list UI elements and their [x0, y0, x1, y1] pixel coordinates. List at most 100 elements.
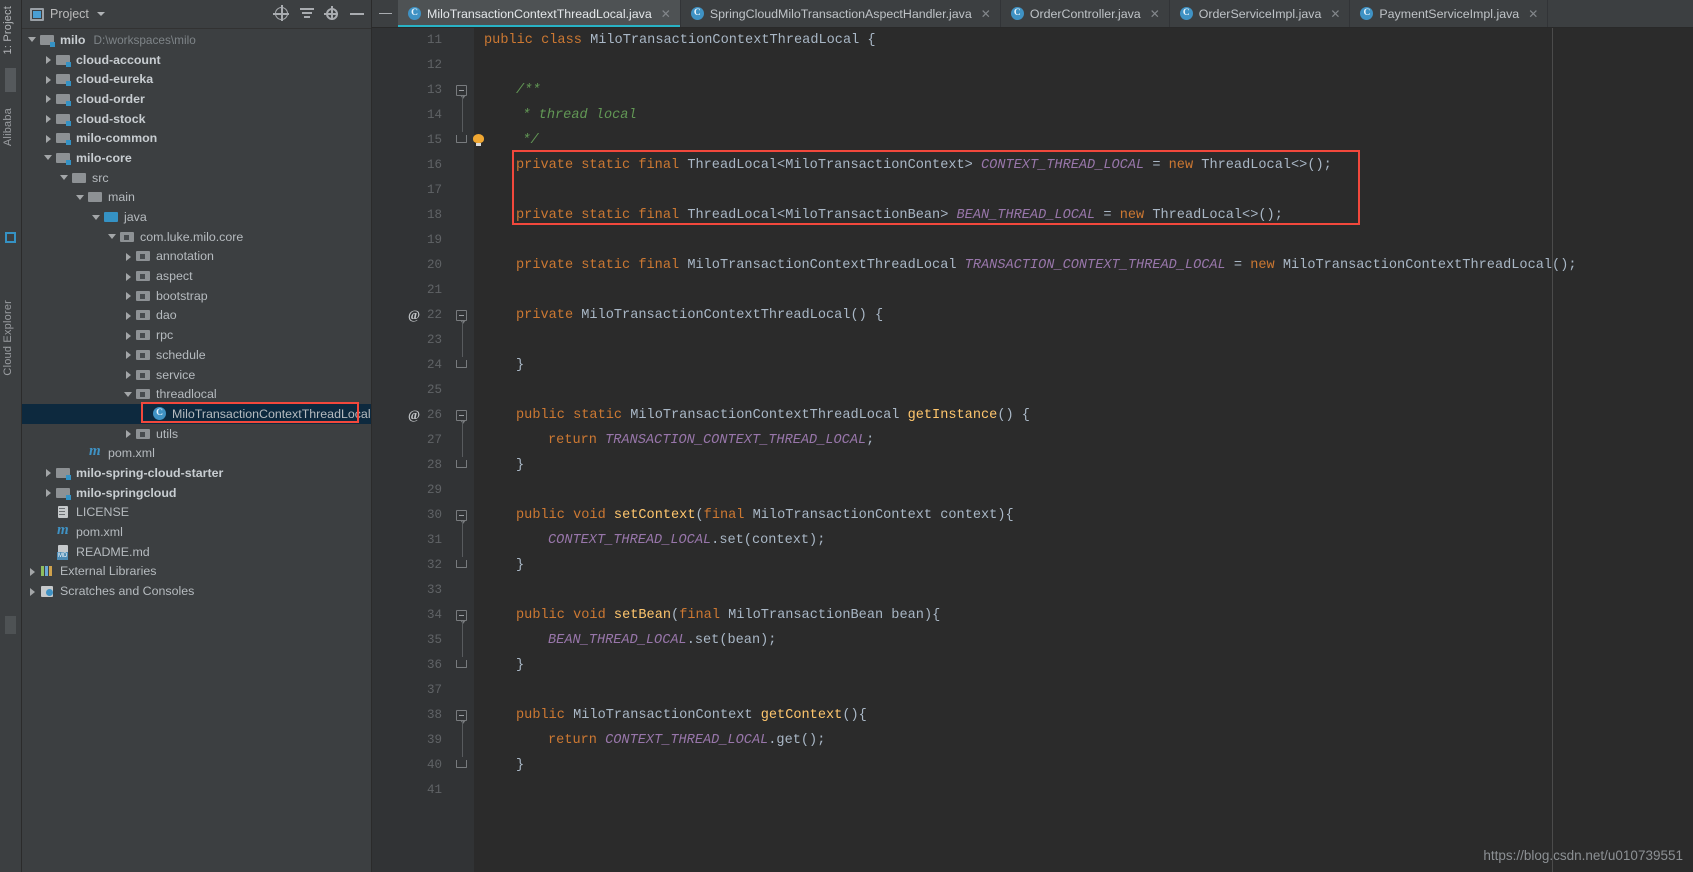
chevron-right-icon[interactable] [44, 94, 53, 104]
tree-item[interactable]: pom.xml [22, 443, 371, 463]
code-line[interactable] [474, 178, 1693, 203]
code-line[interactable] [474, 678, 1693, 703]
tool-window-button-cloud-explorer[interactable]: Cloud Explorer [2, 300, 14, 376]
tree-item[interactable]: LICENSE [22, 503, 371, 523]
editor-tab[interactable]: C SpringCloudMiloTransactionAspectHandler… [680, 0, 1001, 27]
code-line[interactable]: } [474, 353, 1693, 378]
code-line[interactable]: private static final ThreadLocal<MiloTra… [474, 153, 1693, 178]
tree-item[interactable]: cloud-order [22, 89, 371, 109]
tree-item-selected[interactable]: MiloTransactionContextThreadLocal [22, 404, 371, 424]
chevron-down-icon[interactable] [124, 390, 133, 399]
code-folding-gutter[interactable] [452, 28, 484, 872]
fold-collapse-icon[interactable] [456, 710, 467, 724]
code-scroll[interactable]: public class MiloTransactionContextThrea… [474, 28, 1693, 872]
code-line[interactable]: public class MiloTransactionContextThrea… [474, 28, 1693, 53]
fold-collapse-icon[interactable] [456, 510, 467, 524]
override-annotation-icon[interactable]: @ [408, 307, 420, 323]
code-line[interactable] [474, 328, 1693, 353]
chevron-right-icon[interactable] [124, 429, 133, 439]
code-line[interactable]: * thread local [474, 103, 1693, 128]
chevron-down-icon[interactable] [92, 213, 101, 222]
code-line[interactable]: */ [474, 128, 1693, 153]
tree-item[interactable]: pom.xml [22, 522, 371, 542]
tree-item[interactable]: aspect [22, 266, 371, 286]
fold-end-icon[interactable] [456, 760, 467, 768]
fold-end-icon[interactable] [456, 460, 467, 468]
code-line[interactable]: private static final MiloTransactionCont… [474, 253, 1693, 278]
code-line[interactable]: BEAN_THREAD_LOCAL.set(bean); [474, 628, 1693, 653]
tree-item[interactable]: java [22, 207, 371, 227]
tree-item[interactable]: schedule [22, 345, 371, 365]
gear-icon[interactable] [323, 5, 340, 22]
chevron-right-icon[interactable] [44, 114, 53, 124]
tree-item[interactable]: utils [22, 424, 371, 444]
fold-collapse-icon[interactable] [456, 610, 467, 624]
collapse-all-icon[interactable] [299, 6, 315, 22]
tree-item[interactable]: cloud-eureka [22, 69, 371, 89]
close-icon[interactable]: ✕ [981, 7, 991, 21]
tree-item[interactable]: com.luke.milo.core [22, 227, 371, 247]
close-icon[interactable]: ✕ [1528, 7, 1538, 21]
editor-tab[interactable]: C PaymentServiceImpl.java ✕ [1350, 0, 1549, 27]
fold-collapse-icon[interactable] [456, 410, 467, 424]
fold-end-icon[interactable] [456, 560, 467, 568]
tree-item[interactable]: annotation [22, 247, 371, 267]
chevron-down-icon[interactable] [108, 232, 117, 241]
locate-icon[interactable] [273, 5, 290, 22]
tree-item[interactable]: milo-common [22, 128, 371, 148]
code-line[interactable]: } [474, 553, 1693, 578]
chevron-right-icon[interactable] [124, 350, 133, 360]
tree-item[interactable]: milo-spring-cloud-starter [22, 463, 371, 483]
chevron-right-icon[interactable] [44, 55, 53, 65]
chevron-right-icon[interactable] [124, 291, 133, 301]
chevron-down-icon[interactable] [28, 35, 37, 44]
code-line[interactable]: return TRANSACTION_CONTEXT_THREAD_LOCAL; [474, 428, 1693, 453]
code-line[interactable]: /** [474, 78, 1693, 103]
code-line[interactable] [474, 578, 1693, 603]
chevron-right-icon[interactable] [44, 75, 53, 84]
code-line[interactable] [474, 53, 1693, 78]
editor-tab[interactable]: C OrderServiceImpl.java ✕ [1169, 0, 1351, 27]
code-line[interactable]: } [474, 453, 1693, 478]
code-line[interactable]: } [474, 753, 1693, 778]
code-line[interactable]: CONTEXT_THREAD_LOCAL.set(context); [474, 528, 1693, 553]
fold-collapse-icon[interactable] [456, 310, 467, 324]
tree-item[interactable]: service [22, 365, 371, 385]
chevron-down-icon[interactable] [96, 12, 105, 16]
code-line[interactable] [474, 228, 1693, 253]
code-content[interactable]: public class MiloTransactionContextThrea… [474, 28, 1693, 803]
chevron-right-icon[interactable] [44, 468, 53, 478]
fold-end-icon[interactable] [456, 660, 467, 668]
fold-end-icon[interactable] [456, 360, 467, 368]
tree-item[interactable]: threadlocal [22, 384, 371, 404]
chevron-right-icon[interactable] [124, 252, 133, 261]
code-line[interactable]: private MiloTransactionContextThreadLoca… [474, 303, 1693, 328]
close-icon[interactable]: ✕ [1330, 7, 1340, 21]
minimize-icon[interactable] [349, 6, 365, 22]
chevron-right-icon[interactable] [124, 311, 133, 320]
tree-item[interactable]: External Libraries [22, 562, 371, 582]
code-line[interactable]: public static MiloTransactionContextThre… [474, 403, 1693, 428]
line-number-gutter[interactable]: 11 12 13 14 15 16 17 18 19 20 21 22 23 24 25 26 27 28 29 30… [372, 28, 452, 872]
chevron-down-icon[interactable] [44, 153, 53, 162]
code-line[interactable]: public MiloTransactionContext getContext… [474, 703, 1693, 728]
code-line[interactable] [474, 378, 1693, 403]
override-annotation-icon[interactable]: @ [408, 407, 420, 423]
chevron-down-icon[interactable] [60, 173, 69, 182]
code-line[interactable]: } [474, 653, 1693, 678]
tree-item[interactable]: README.md [22, 542, 371, 562]
fold-collapse-icon[interactable] [456, 85, 467, 99]
editor-tab-active[interactable]: C MiloTransactionContextThreadLocal.java ✕ [398, 0, 681, 27]
editor-tabs[interactable]: C MiloTransactionContextThreadLocal.java ✕… [372, 0, 1693, 28]
tree-item[interactable]: bootstrap [22, 286, 371, 306]
hide-tabs-icon[interactable] [372, 0, 398, 27]
code-line[interactable] [474, 278, 1693, 303]
tree-item[interactable]: main [22, 188, 371, 208]
fold-end-icon[interactable] [456, 135, 467, 143]
code-line[interactable]: public void setContext(final MiloTransac… [474, 503, 1693, 528]
code-line[interactable] [474, 478, 1693, 503]
tree-item[interactable]: milo-core [22, 148, 371, 168]
tree-item[interactable]: cloud-stock [22, 109, 371, 129]
chevron-down-icon[interactable] [76, 193, 85, 202]
code-line[interactable]: return CONTEXT_THREAD_LOCAL.get(); [474, 728, 1693, 753]
